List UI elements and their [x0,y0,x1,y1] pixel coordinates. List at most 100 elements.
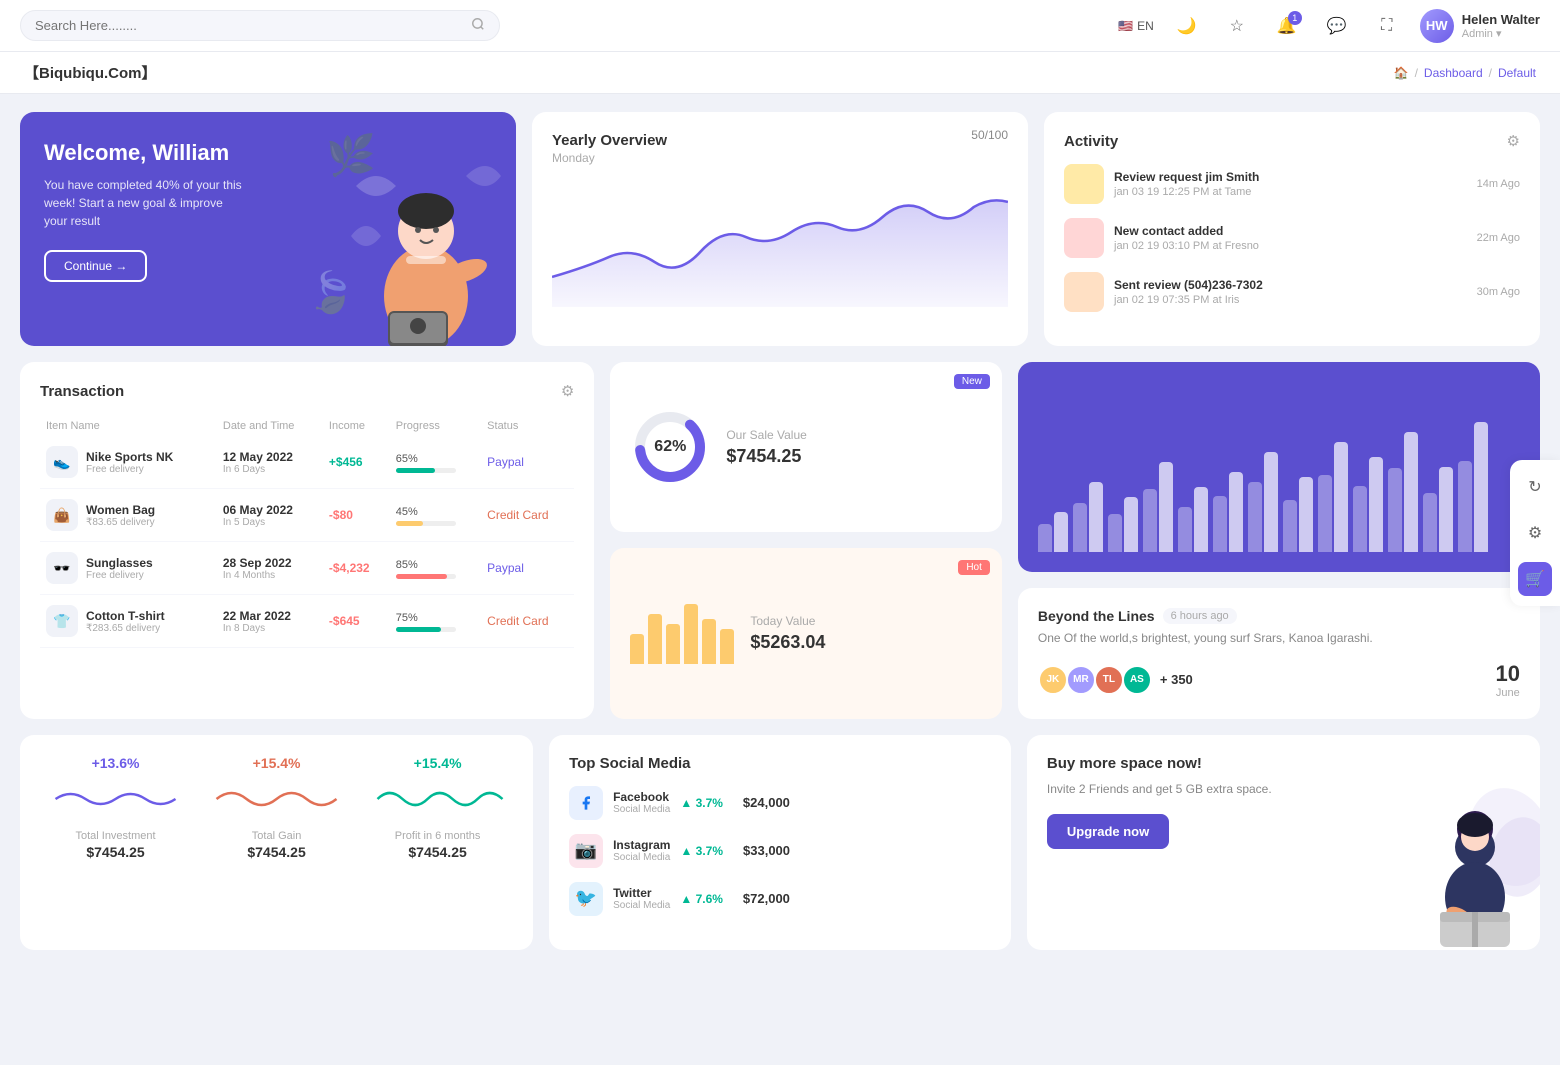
bar-group [1423,467,1453,552]
bar-light [1458,461,1472,552]
mini-wave-chart [201,779,352,819]
social-info: Instagram Social Media [613,838,670,863]
bar-group [1073,482,1103,552]
avatar: HW [1420,9,1454,43]
mini-avatar: JK [1038,665,1068,695]
item-date-sub: In 6 Days [223,464,317,475]
transaction-card: Transaction ⚙ Item NameDate and TimeInco… [20,362,594,719]
item-name: Nike Sports NK [86,450,173,464]
mini-wave-chart [40,779,191,819]
search-bar[interactable] [20,10,500,41]
activity-list: Review request jim Smith jan 03 19 12:25… [1064,164,1520,312]
notifications-button[interactable]: 🔔 1 [1270,9,1304,43]
activity-item: New contact added jan 02 19 03:10 PM at … [1064,218,1520,258]
activity-thumb [1064,218,1104,258]
social-amount: $24,000 [743,795,790,810]
search-icon [471,17,485,34]
brand-title: 【Biqubiqu.Com】 [24,62,156,83]
side-refresh-icon[interactable]: ↻ [1518,470,1552,504]
activity-time: 22m Ago [1477,232,1520,244]
expand-button[interactable]: ⛶ [1370,9,1404,43]
mini-stat-value: $7454.25 [362,844,513,860]
progress-bar [396,468,456,473]
mini-stat-label: Profit in 6 months [362,830,513,842]
chat-button[interactable]: 💬 [1320,9,1354,43]
table-row: 👕 Cotton T-shirt ₹283.65 delivery 22 Mar… [40,595,574,648]
user-role: Admin ▾ [1462,27,1540,40]
progress-bar [396,627,456,632]
bar-light [1283,500,1297,553]
today-value-card: Hot Today Value $5263.04 [610,548,1002,718]
activity-thumb [1064,272,1104,312]
today-bar [648,614,662,664]
hot-badge: Hot [958,560,990,575]
today-bar-chart [630,604,734,664]
upgrade-button[interactable]: Upgrade now [1047,814,1169,849]
income-cell: -$645 [323,595,390,648]
item-icon: 👟 [46,446,78,478]
home-icon[interactable]: 🏠 [1394,66,1409,80]
darkmode-toggle[interactable]: 🌙 [1170,9,1204,43]
social-pct: ▲ 7.6% [680,892,723,906]
activity-item-title: Sent review (504)236-7302 [1114,278,1467,292]
mini-stats-card: +13.6% Total Investment $7454.25 +15.4% … [20,735,533,950]
side-cart-icon[interactable]: 🛒 [1518,562,1552,596]
user-name: Helen Walter [1462,12,1540,27]
language-selector[interactable]: 🇺🇸 EN [1118,19,1154,33]
user-info[interactable]: HW Helen Walter Admin ▾ [1420,9,1540,43]
plus-count: + 350 [1160,672,1193,687]
event-date: 10 June [1496,661,1520,699]
bar-group [1038,512,1068,552]
main-content: 🌿 🍃 Welcome, William You have completed … [0,94,1560,968]
social-name: Instagram [613,838,670,852]
activity-item-sub: jan 03 19 12:25 PM at Tame [1114,186,1467,198]
activity-settings-icon[interactable]: ⚙ [1507,132,1520,150]
sale-value-label: Our Sale Value [726,428,807,442]
search-input[interactable] [35,18,463,33]
item-date-sub: In 5 Days [223,517,317,528]
bar-light [1423,493,1437,553]
beyond-footer: JKMRTLAS + 350 10 June [1038,661,1520,699]
social-pct: ▲ 3.7% [680,796,723,810]
breadcrumb-dashboard[interactable]: Dashboard [1424,66,1483,80]
mini-wave-chart [362,779,513,819]
activity-item-title: New contact added [1114,224,1467,238]
activity-thumb [1064,164,1104,204]
mini-stat: +15.4% Total Gain $7454.25 [201,755,352,930]
right-column: Beyond the Lines 6 hours ago One Of the … [1018,362,1540,719]
today-value-amount: $5263.04 [750,632,825,653]
item-date: 28 Sep 2022 [223,556,317,570]
activity-item-sub: jan 02 19 07:35 PM at Iris [1114,294,1467,306]
bar-dark [1124,497,1138,552]
table-row: 🕶️ Sunglasses Free delivery 28 Sep 2022 … [40,542,574,595]
item-name: Women Bag [86,503,155,517]
continue-button[interactable]: Continue → [44,250,147,282]
bar-light [1038,524,1052,552]
bar-dark [1089,482,1103,552]
side-settings-icon[interactable]: ⚙ [1518,516,1552,550]
star-button[interactable]: ☆ [1220,9,1254,43]
bar-group [1108,497,1138,552]
transaction-settings-icon[interactable]: ⚙ [561,382,574,400]
mini-stat-label: Total Investment [40,830,191,842]
social-info: Twitter Social Media [613,886,670,911]
social-name: Twitter [613,886,670,900]
bar-light [1143,489,1157,552]
beyond-time: 6 hours ago [1163,608,1237,624]
item-sub: Free delivery [86,570,153,581]
activity-item-sub: jan 02 19 03:10 PM at Fresno [1114,240,1467,252]
progress-label: 85% [396,559,418,571]
bar-chart-card [1018,362,1540,572]
social-name: Facebook [613,790,670,804]
progress-fill [396,521,423,526]
progress-cell: 65% [390,436,481,489]
new-badge: New [954,374,990,389]
item-date: 12 May 2022 [223,450,317,464]
progress-label: 65% [396,453,418,465]
social-info: Facebook Social Media [613,790,670,815]
mini-stat-pct: +15.4% [362,755,513,771]
mini-stat-value: $7454.25 [40,844,191,860]
bar-dark [1369,457,1383,552]
breadcrumb-default: Default [1498,66,1536,80]
mini-stat-pct: +15.4% [201,755,352,771]
